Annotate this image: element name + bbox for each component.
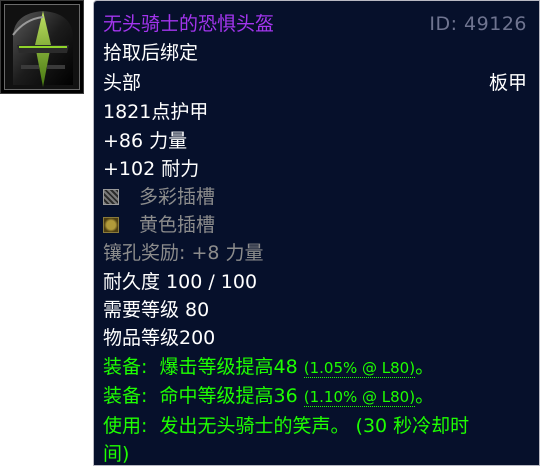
socket-meta-label: 多彩插槽: [139, 186, 216, 208]
socket-yellow-label: 黄色插槽: [139, 214, 216, 236]
item-id: ID: 49126: [429, 13, 527, 35]
equip-2-prefix: 装备:: [103, 385, 148, 407]
equip-2-end: 。: [415, 385, 435, 407]
stat-stamina: +102 耐力: [103, 158, 200, 180]
armor-type-text: 板甲: [488, 72, 527, 94]
item-icon-frame[interactable]: [0, 0, 84, 94]
equip-1-end: 。: [415, 356, 435, 378]
item-name: 无头骑士的恐惧头盔: [103, 13, 275, 35]
durability: 耐久度 100 / 100: [103, 271, 258, 293]
stat-strength: +86 力量: [103, 130, 188, 152]
equip-1-prefix: 装备:: [103, 356, 148, 378]
helmet-icon: [4, 4, 80, 90]
armor-value: 1821点护甲: [103, 101, 209, 123]
binding-text: 拾取后绑定: [103, 42, 199, 64]
yellow-socket-icon: [103, 217, 119, 233]
use-effect-cont: 间): [103, 443, 130, 465]
socket-yellow-row: 黄色插槽: [103, 213, 215, 237]
socket-meta-row: 多彩插槽: [103, 185, 215, 209]
equip-effect-2: 装备: 命中等级提高36 (1.10% @ L80)。: [103, 384, 434, 409]
item-level: 物品等级200: [103, 327, 216, 349]
slot-text: 头部: [103, 72, 142, 94]
equip-effect-1: 装备: 爆击等级提高48 (1.05% @ L80)。: [103, 355, 434, 380]
required-level: 需要等级 80: [103, 299, 210, 321]
equip-2-detail: (1.10% @ L80): [303, 388, 416, 407]
item-tooltip: 无头骑士的恐惧头盔 ID: 49126 拾取后绑定 头部 板甲 1821点护甲 …: [93, 0, 540, 466]
use-prefix: 使用:: [103, 415, 148, 437]
equip-1-detail: (1.05% @ L80): [303, 359, 416, 378]
equip-2-text[interactable]: 命中等级提高36: [160, 385, 298, 407]
meta-socket-icon: [103, 189, 119, 205]
use-text-line-1: 发出无头骑士的笑声。 (30 秒冷却时: [159, 415, 470, 437]
use-effect: 使用: 发出无头骑士的笑声。 (30 秒冷却时: [103, 414, 469, 438]
equip-1-text[interactable]: 爆击等级提高48: [160, 356, 298, 378]
socket-bonus: 镶孔奖励: +8 力量: [103, 242, 264, 264]
